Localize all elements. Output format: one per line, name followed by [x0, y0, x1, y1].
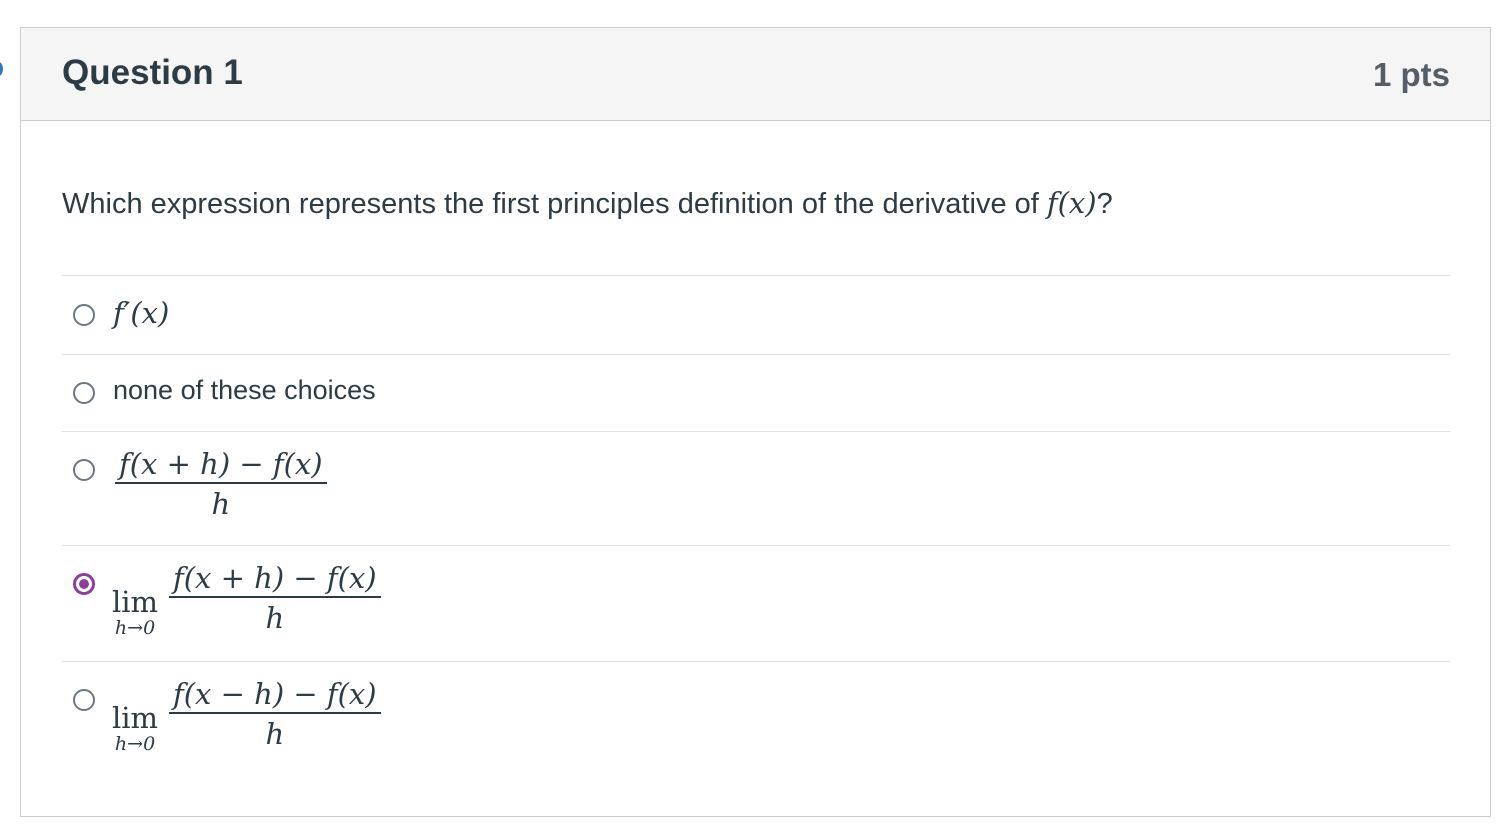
question-prompt: Which expression represents the first pr…	[62, 186, 1113, 221]
prompt-math: f(x)	[1046, 186, 1097, 220]
radio-button-3[interactable]	[73, 459, 95, 481]
answer-option-1[interactable]: f′(x)	[62, 275, 1450, 354]
question-points: 1 pts	[1372, 56, 1450, 93]
limit-word: lim	[112, 585, 159, 619]
fraction-numerator: f(x − h) − f(x)	[173, 677, 377, 711]
fraction-denominator: h	[265, 717, 285, 751]
answer-option-4[interactable]: lim h→0 f(x + h) − f(x) h	[62, 545, 1450, 661]
answer-option-2[interactable]: none of these choices	[62, 354, 1450, 431]
question-header: Question 1 1 pts	[21, 28, 1490, 121]
fraction-numerator: f(x + h) − f(x)	[119, 447, 323, 481]
fraction-denominator: h	[211, 487, 231, 521]
radio-button-2[interactable]	[73, 382, 95, 404]
edge-indicator	[0, 62, 3, 76]
limit-operator-4: lim h→0	[112, 587, 158, 639]
answer-label-2: none of these choices	[113, 375, 376, 405]
radio-button-4-selected[interactable]	[73, 573, 95, 595]
answer-fraction-5: f(x − h) − f(x) h	[169, 676, 381, 754]
answer-list: f′(x) none of these choices f(x + h) − f…	[62, 275, 1450, 775]
limit-subscript: h→0	[114, 617, 156, 639]
radio-button-1[interactable]	[73, 304, 95, 326]
limit-subscript: h→0	[114, 733, 156, 755]
fraction-numerator: f(x + h) − f(x)	[173, 561, 377, 595]
fraction-denominator: h	[265, 601, 285, 635]
question-title: Question 1	[62, 53, 243, 92]
limit-word: lim	[112, 701, 159, 735]
answer-option-3[interactable]: f(x + h) − f(x) h	[62, 431, 1450, 545]
answer-label-1: f′(x)	[113, 296, 170, 330]
answer-fraction-3: f(x + h) − f(x) h	[115, 446, 327, 524]
answer-fraction-4: f(x + h) − f(x) h	[169, 560, 381, 638]
question-card: Question 1 1 pts Which expression repres…	[20, 27, 1491, 817]
prompt-end: ?	[1096, 188, 1113, 220]
answer-option-5[interactable]: lim h→0 f(x − h) − f(x) h	[62, 661, 1450, 775]
limit-operator-5: lim h→0	[112, 703, 158, 755]
radio-button-5[interactable]	[73, 689, 95, 711]
prompt-text: Which expression represents the first pr…	[62, 188, 1047, 220]
